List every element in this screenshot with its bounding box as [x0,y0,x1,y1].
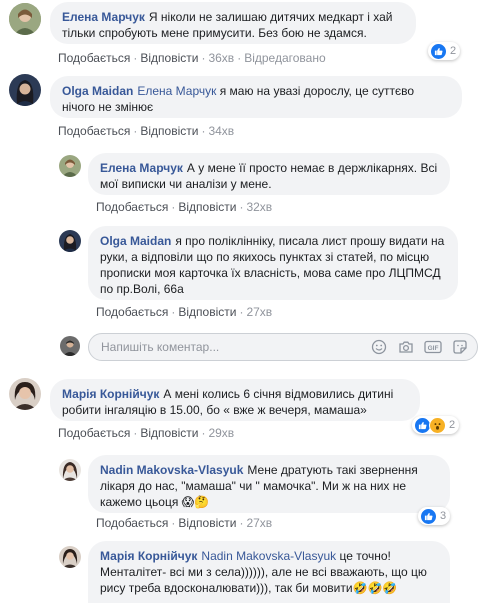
like-link[interactable]: Подобається [58,124,130,138]
reaction-number: 3 [440,510,447,522]
comment-author[interactable]: Марія Корнійчук [100,549,197,563]
comment-bubble: Елена Марчук Я ніколи не залишаю дитячих … [50,2,416,44]
comment-author[interactable]: Марія Корнійчук [62,387,159,401]
wow-icon [429,416,446,434]
reaction-count[interactable]: 2 [428,42,461,60]
reply-bubble: Марія Корнійчук Nadin Makovska-Vlasyuk це… [88,541,450,603]
timestamp[interactable]: 27хв [246,305,272,319]
reply-link[interactable]: Відповісти [178,305,236,319]
avatar[interactable] [9,3,41,35]
comment-author[interactable]: Olga Maidan [100,234,171,248]
like-icon [420,507,437,525]
avatar[interactable] [59,546,81,568]
comment-author[interactable]: Елена Марчук [100,161,183,175]
avatar[interactable] [9,378,41,410]
svg-text:GIF: GIF [428,345,439,352]
reply-link[interactable]: Відповісти [178,200,236,214]
comment-author[interactable]: Елена Марчук [62,10,145,24]
reply-link[interactable]: Відповісти [140,51,198,65]
mention-link[interactable]: Nadin Makovska-Vlasyuk [201,549,336,563]
gif-icon[interactable]: GIF [424,338,442,356]
reaction-number: 2 [449,419,456,431]
avatar[interactable] [59,459,81,481]
camera-icon[interactable] [397,338,415,356]
comment-input-placeholder[interactable]: Напишіть коментар... [101,340,219,354]
reaction-number: 2 [450,45,457,57]
avatar[interactable] [59,155,81,177]
avatar[interactable] [59,230,81,252]
reply-link[interactable]: Відповісти [140,124,198,138]
comment-actions: Подобається · Відповісти · 32хв [96,200,273,214]
avatar[interactable] [9,74,41,106]
comment-author[interactable]: Nadin Makovska-Vlasyuk [100,463,243,477]
mention-link[interactable]: Елена Марчук [137,84,216,98]
like-link[interactable]: Подобається [96,516,168,530]
like-link[interactable]: Подобається [58,426,130,440]
comment-emoji: 🤣🤣🤣 [352,581,398,595]
comment-composer[interactable]: Напишіть коментар... GIF [88,333,478,361]
like-icon [430,42,447,60]
reaction-count[interactable]: 2 [412,416,460,434]
comment-emoji: 😱🤔 [181,495,210,509]
timestamp[interactable]: 29хв [208,426,234,440]
comment-actions: Подобається · Відповісти · 27хв [96,516,273,530]
timestamp[interactable]: 32хв [246,200,272,214]
current-user-avatar [60,336,80,356]
timestamp[interactable]: 34хв [208,124,234,138]
reply-bubble: Елена Марчук А у мене її просто немає в д… [88,153,450,195]
timestamp[interactable]: 36хв [208,51,234,65]
edited-label[interactable]: Відредаговано [244,51,325,65]
like-link[interactable]: Подобається [58,51,130,65]
comment-author[interactable]: Olga Maidan [62,84,133,98]
comment-actions: Подобається · Відповісти · 36хв · Відредагован… [58,51,326,65]
emoji-icon[interactable] [370,338,388,356]
comment-actions: Подобається · Відповісти · 29хв [58,426,235,440]
like-link[interactable]: Подобається [96,200,168,214]
timestamp[interactable]: 27хв [246,516,272,530]
comment-bubble: Olga Maidan Елена Марчук я маю на увазі д… [50,76,462,118]
like-link[interactable]: Подобається [96,305,168,319]
comment-actions: Подобається · Відповісти · 27хв [96,305,273,319]
reply-link[interactable]: Відповісти [140,426,198,440]
reaction-count[interactable]: 3 [418,507,451,525]
reply-link[interactable]: Відповісти [178,516,236,530]
reply-bubble: Nadin Makovska-Vlasyuk Мене дратують такі… [88,455,450,513]
comment-actions: Подобається · Відповісти · 34хв [58,124,235,138]
sticker-icon[interactable] [451,338,469,356]
comment-bubble: Марія Корнійчук А мені колись 6 січня від… [50,379,420,421]
reply-bubble: Olga Maidan я про поліклінніку, писала ли… [88,226,458,300]
